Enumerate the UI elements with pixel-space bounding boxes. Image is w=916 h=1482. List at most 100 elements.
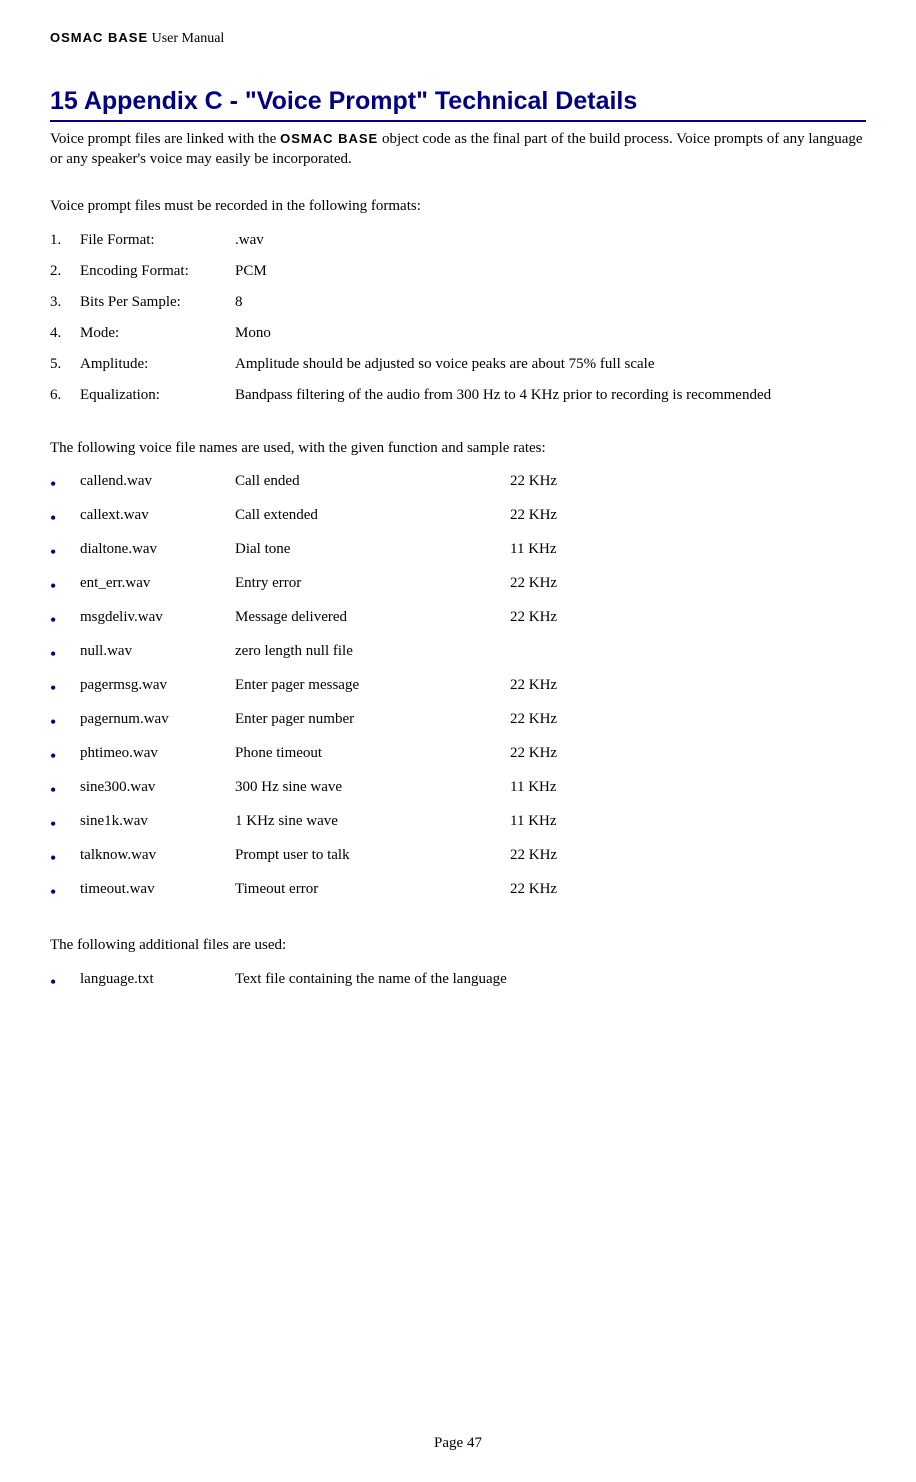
file-name: talknow.wav xyxy=(80,847,235,864)
bullet-icon: • xyxy=(50,609,80,629)
intro-brand: OSMAC BASE xyxy=(280,131,378,146)
files-list: •callend.wavCall ended22 KHz•callext.wav… xyxy=(50,466,866,908)
formats-intro: Voice prompt files must be recorded in t… xyxy=(50,197,866,217)
format-number: 4. xyxy=(50,325,80,342)
intro-text-1: Voice prompt files are linked with the xyxy=(50,131,280,147)
file-function: Enter pager message xyxy=(235,677,510,694)
file-rate: 22 KHz xyxy=(510,677,866,694)
file-row: •null.wavzero length null file xyxy=(50,636,866,670)
format-row: 1.File Format:.wav xyxy=(50,225,866,256)
file-name: dialtone.wav xyxy=(80,541,235,558)
intro-paragraph: Voice prompt files are linked with the O… xyxy=(50,130,866,169)
bullet-icon: • xyxy=(50,881,80,901)
file-row: •sine300.wav300 Hz sine wave11 KHz xyxy=(50,772,866,806)
format-number: 1. xyxy=(50,232,80,249)
file-name: pagermsg.wav xyxy=(80,677,235,694)
format-row: 2.Encoding Format:PCM xyxy=(50,256,866,287)
format-value: Mono xyxy=(235,325,866,342)
page-footer: Page 47 xyxy=(0,1435,916,1452)
format-number: 6. xyxy=(50,387,80,404)
format-row: 4.Mode:Mono xyxy=(50,318,866,349)
bullet-icon: • xyxy=(50,473,80,493)
file-rate: 11 KHz xyxy=(510,541,866,558)
file-name: language.txt xyxy=(80,971,235,988)
file-row: •timeout.wavTimeout error22 KHz xyxy=(50,874,866,908)
file-rate: 22 KHz xyxy=(510,847,866,864)
format-value: Amplitude should be adjusted so voice pe… xyxy=(235,356,866,373)
file-function: Prompt user to talk xyxy=(235,847,510,864)
additional-intro: The following additional files are used: xyxy=(50,936,866,956)
file-rate: 22 KHz xyxy=(510,609,866,626)
file-rate: 22 KHz xyxy=(510,473,866,490)
file-row: •phtimeo.wavPhone timeout22 KHz xyxy=(50,738,866,772)
format-number: 3. xyxy=(50,294,80,311)
page: OSMAC BASE User Manual 15 Appendix C - "… xyxy=(0,0,916,1482)
format-row: 5.Amplitude:Amplitude should be adjusted… xyxy=(50,349,866,380)
file-rate: 22 KHz xyxy=(510,745,866,762)
bullet-icon: • xyxy=(50,541,80,561)
file-rate: 22 KHz xyxy=(510,507,866,524)
file-function: 1 KHz sine wave xyxy=(235,813,510,830)
additional-list: •language.txtText file containing the na… xyxy=(50,964,866,998)
file-row: •pagernum.wavEnter pager number22 KHz xyxy=(50,704,866,738)
file-function: Text file containing the name of the lan… xyxy=(235,971,510,988)
file-function: Enter pager number xyxy=(235,711,510,728)
file-name: msgdeliv.wav xyxy=(80,609,235,626)
format-label: File Format: xyxy=(80,232,235,249)
file-name: callext.wav xyxy=(80,507,235,524)
page-header: OSMAC BASE User Manual xyxy=(50,30,866,47)
bullet-icon: • xyxy=(50,677,80,697)
formats-list: 1.File Format:.wav2.Encoding Format:PCM3… xyxy=(50,225,866,411)
file-rate: 22 KHz xyxy=(510,881,866,898)
brand-name: OSMAC BASE xyxy=(50,30,148,45)
file-rate: 11 KHz xyxy=(510,813,866,830)
file-row: •talknow.wavPrompt user to talk22 KHz xyxy=(50,840,866,874)
files-intro: The following voice file names are used,… xyxy=(50,439,866,459)
file-row: •pagermsg.wavEnter pager message22 KHz xyxy=(50,670,866,704)
format-label: Bits Per Sample: xyxy=(80,294,235,311)
file-function: 300 Hz sine wave xyxy=(235,779,510,796)
file-row: •dialtone.wavDial tone11 KHz xyxy=(50,534,866,568)
file-row: •callend.wavCall ended22 KHz xyxy=(50,466,866,500)
format-value: Bandpass filtering of the audio from 300… xyxy=(235,387,866,404)
bullet-icon: • xyxy=(50,507,80,527)
format-row: 3.Bits Per Sample:8 xyxy=(50,287,866,318)
file-row: •sine1k.wav1 KHz sine wave11 KHz xyxy=(50,806,866,840)
file-name: sine300.wav xyxy=(80,779,235,796)
bullet-icon: • xyxy=(50,779,80,799)
format-value: 8 xyxy=(235,294,866,311)
section-title: 15 Appendix C - "Voice Prompt" Technical… xyxy=(50,87,866,118)
bullet-icon: • xyxy=(50,745,80,765)
file-function: Dial tone xyxy=(235,541,510,558)
file-row: •ent_err.wavEntry error22 KHz xyxy=(50,568,866,602)
format-label: Equalization: xyxy=(80,387,235,404)
bullet-icon: • xyxy=(50,847,80,867)
file-function: Timeout error xyxy=(235,881,510,898)
file-name: ent_err.wav xyxy=(80,575,235,592)
file-rate: 22 KHz xyxy=(510,711,866,728)
format-row: 6.Equalization:Bandpass filtering of the… xyxy=(50,380,866,411)
file-row: •msgdeliv.wavMessage delivered22 KHz xyxy=(50,602,866,636)
file-function: Phone timeout xyxy=(235,745,510,762)
file-function: Call ended xyxy=(235,473,510,490)
file-name: phtimeo.wav xyxy=(80,745,235,762)
format-label: Mode: xyxy=(80,325,235,342)
format-value: .wav xyxy=(235,232,866,249)
file-function: Message delivered xyxy=(235,609,510,626)
format-label: Amplitude: xyxy=(80,356,235,373)
file-name: timeout.wav xyxy=(80,881,235,898)
format-label: Encoding Format: xyxy=(80,263,235,280)
format-number: 2. xyxy=(50,263,80,280)
bullet-icon: • xyxy=(50,643,80,663)
bullet-icon: • xyxy=(50,971,80,991)
bullet-icon: • xyxy=(50,813,80,833)
file-row: •language.txtText file containing the na… xyxy=(50,964,866,998)
file-name: sine1k.wav xyxy=(80,813,235,830)
title-rule xyxy=(50,120,866,122)
file-rate: 22 KHz xyxy=(510,575,866,592)
file-rate: 11 KHz xyxy=(510,779,866,796)
manual-label: User Manual xyxy=(148,31,224,46)
bullet-icon: • xyxy=(50,575,80,595)
file-function: zero length null file xyxy=(235,643,510,660)
file-name: null.wav xyxy=(80,643,235,660)
